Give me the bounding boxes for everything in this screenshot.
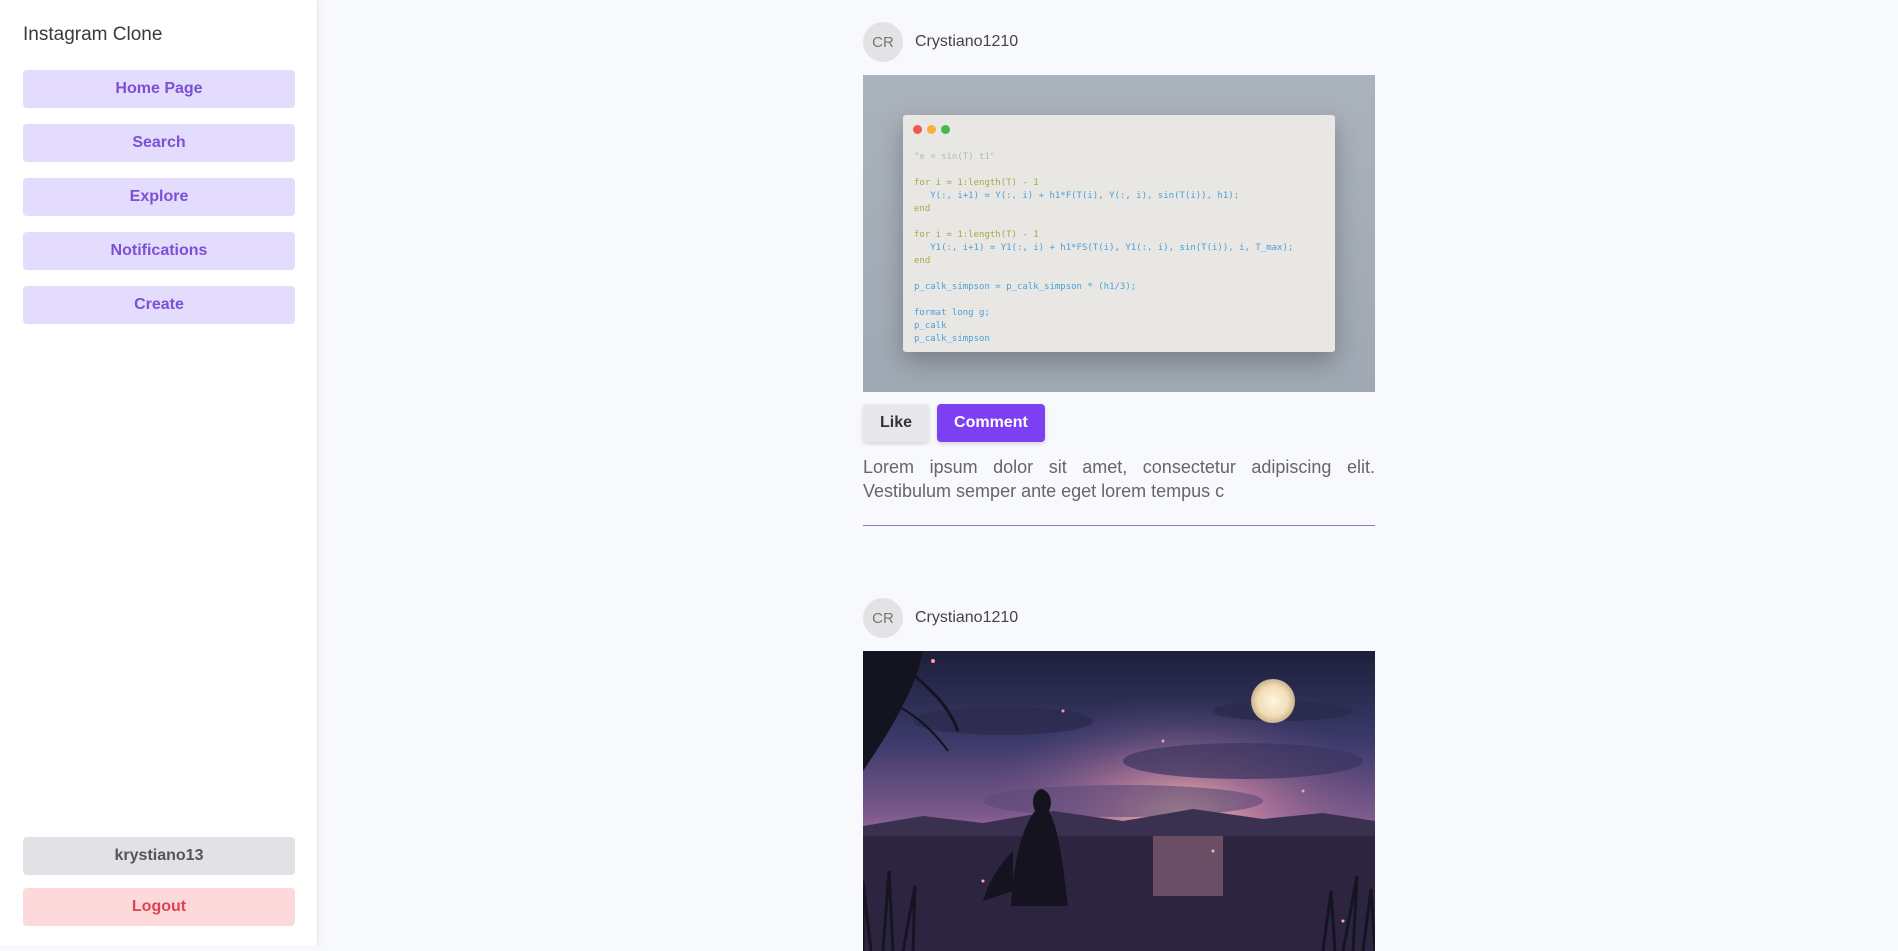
code-line: p_calk_simpson: [914, 334, 990, 344]
night-landscape-image: [863, 651, 1375, 951]
nav-create-button[interactable]: Create: [23, 286, 295, 324]
code-line: p_calk_simpson = p_calk_simpson * (h1/3)…: [914, 282, 1137, 292]
post-divider: [863, 525, 1375, 526]
night-scene-graphic: [863, 651, 1375, 951]
code-line: format long g;: [914, 308, 990, 318]
code-line: end: [914, 204, 931, 214]
avatar[interactable]: CR: [863, 22, 903, 62]
code-line: Y1(:, i+1) = Y1(:, i) + h1*FS(T(i), Y1(:…: [914, 243, 1294, 253]
code-line: for i = 1:length(T) - 1: [914, 230, 1039, 240]
nav-search-button[interactable]: Search: [23, 124, 295, 162]
close-dot-icon: [913, 125, 922, 134]
sidebar: Instagram Clone Home Page Search Explore…: [0, 0, 318, 946]
feed: CR Crystiano1210 "e = sin(T) t1" for i =…: [863, 0, 1375, 951]
post-username[interactable]: Crystiano1210: [915, 33, 1018, 51]
code-window: "e = sin(T) t1" for i = 1:length(T) - 1 …: [903, 115, 1335, 352]
code-line: for i = 1:length(T) - 1: [914, 178, 1039, 188]
avatar[interactable]: CR: [863, 598, 903, 638]
moon-icon: [1251, 679, 1295, 723]
sidebar-nav: Home Page Search Explore Notifications C…: [23, 70, 295, 340]
post-username[interactable]: Crystiano1210: [915, 609, 1018, 627]
code-line: p_calk: [914, 321, 947, 331]
nav-explore-button[interactable]: Explore: [23, 178, 295, 216]
code-line: "e = sin(T) t1": [914, 152, 996, 162]
post: CR Crystiano1210: [863, 598, 1375, 951]
post-header: CR Crystiano1210: [863, 22, 1375, 62]
nav-notifications-button[interactable]: Notifications: [23, 232, 295, 270]
code-line: end: [914, 256, 931, 266]
minimize-dot-icon: [927, 125, 936, 134]
maximize-dot-icon: [941, 125, 950, 134]
window-dots: [913, 125, 950, 134]
like-button[interactable]: Like: [863, 404, 930, 442]
post-caption: Lorem ipsum dolor sit amet, consectetur …: [863, 457, 1375, 501]
app-title: Instagram Clone: [23, 24, 163, 45]
current-user-badge[interactable]: krystiano13: [23, 837, 295, 875]
logout-button[interactable]: Logout: [23, 888, 295, 926]
code-text: "e = sin(T) t1" for i = 1:length(T) - 1 …: [914, 151, 1293, 346]
code-line: Y(:, i+1) = Y(:, i) + h1*F(T(i), Y(:, i)…: [914, 191, 1240, 201]
code-screenshot-image: "e = sin(T) t1" for i = 1:length(T) - 1 …: [863, 75, 1375, 392]
comment-button[interactable]: Comment: [937, 404, 1045, 442]
post-actions: Like Comment: [863, 404, 1375, 442]
post: CR Crystiano1210 "e = sin(T) t1" for i =…: [863, 22, 1375, 526]
post-header: CR Crystiano1210: [863, 598, 1375, 638]
nav-home-button[interactable]: Home Page: [23, 70, 295, 108]
